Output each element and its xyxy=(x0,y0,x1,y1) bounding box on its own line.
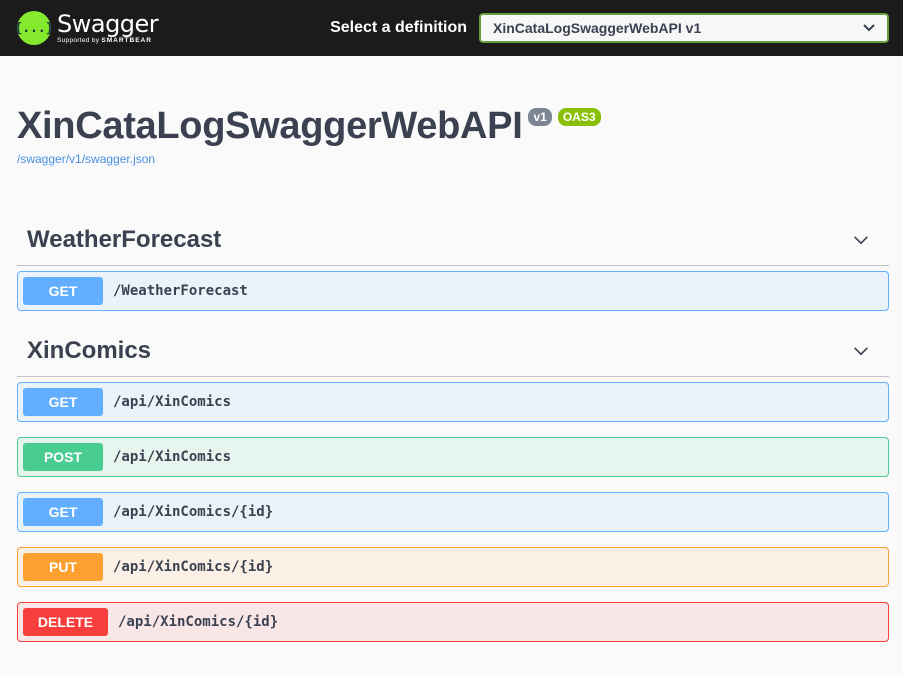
method-badge: GET xyxy=(23,277,103,305)
definition-value: XinCataLogSwaggerWebAPI v1 xyxy=(493,20,702,36)
definition-selector: Select a definition XinCataLogSwaggerWeb… xyxy=(330,13,889,43)
chevron-down-icon xyxy=(863,24,875,32)
page-title: XinCataLogSwaggerWebAPI xyxy=(17,105,523,147)
api-info: XinCataLogSwaggerWebAPI v1 OAS3 /swagger… xyxy=(0,56,903,166)
definition-label: Select a definition xyxy=(330,19,467,36)
operation-get-weatherforecast[interactable]: GET /WeatherForecast xyxy=(17,271,889,311)
operation-path: /api/XinComics xyxy=(113,394,232,410)
method-badge: PUT xyxy=(23,553,103,581)
tag-name: XinComics xyxy=(27,336,152,364)
method-badge: DELETE xyxy=(23,608,108,636)
operation-delete-xincomics-by-id[interactable]: DELETE /api/XinComics/{id} xyxy=(17,602,889,642)
method-badge: GET xyxy=(23,388,103,416)
definition-select[interactable]: XinCataLogSwaggerWebAPI v1 xyxy=(479,13,889,43)
chevron-down-icon[interactable] xyxy=(853,343,869,359)
method-badge: GET xyxy=(23,498,103,526)
topbar: {...} Swagger Supported by SMARTBEAR Sel… xyxy=(0,0,903,56)
tag-header-xincomics[interactable]: XinComics xyxy=(17,325,889,377)
oas-badge: OAS3 xyxy=(557,108,601,126)
tag-section-xincomics: XinComics GET /api/XinComics POST /api/X… xyxy=(0,325,903,647)
tag-header-weatherforecast[interactable]: WeatherForecast xyxy=(17,214,889,266)
swagger-logo-icon: {...} xyxy=(14,11,54,45)
operation-get-xincomics-by-id[interactable]: GET /api/XinComics/{id} xyxy=(17,492,889,532)
logo-name: Swagger xyxy=(57,9,159,38)
tag-name: WeatherForecast xyxy=(27,225,222,253)
tag-section-weatherforecast: WeatherForecast GET /WeatherForecast xyxy=(0,214,903,316)
operation-path: /api/XinComics xyxy=(113,449,232,465)
operation-path: /api/XinComics/{id} xyxy=(118,614,279,630)
operation-path: /api/XinComics/{id} xyxy=(113,504,274,520)
chevron-down-icon[interactable] xyxy=(853,232,869,248)
operation-post-xincomics[interactable]: POST /api/XinComics xyxy=(17,437,889,477)
operation-put-xincomics-by-id[interactable]: PUT /api/XinComics/{id} xyxy=(17,547,889,587)
version-badge: v1 xyxy=(528,108,552,126)
operation-path: /api/XinComics/{id} xyxy=(113,559,274,575)
spec-link[interactable]: /swagger/v1/swagger.json xyxy=(17,152,886,166)
operation-get-xincomics[interactable]: GET /api/XinComics xyxy=(17,382,889,422)
swagger-logo[interactable]: {...} Swagger Supported by SMARTBEAR xyxy=(14,9,159,45)
operation-path: /WeatherForecast xyxy=(113,283,248,299)
logo-subtitle: Supported by SMARTBEAR xyxy=(57,36,152,44)
method-badge: POST xyxy=(23,443,103,471)
